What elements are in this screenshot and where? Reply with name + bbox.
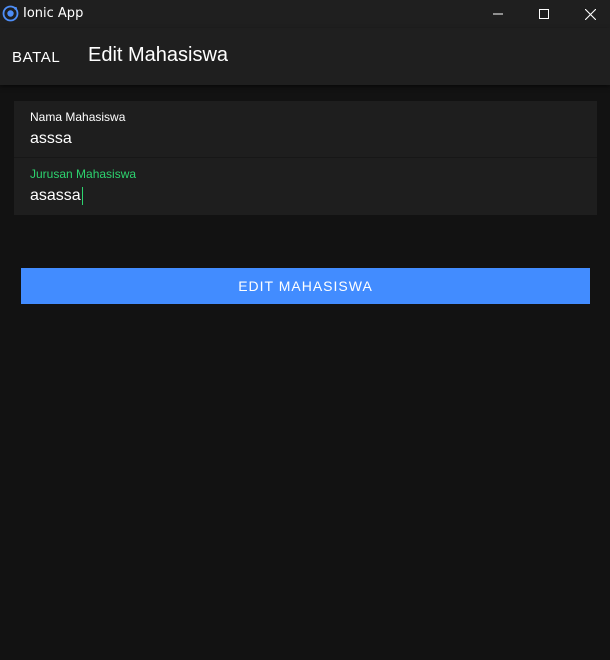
text-caret bbox=[81, 187, 83, 205]
window-titlebar: Ionic App bbox=[0, 0, 610, 28]
jurusan-mahasiswa-input[interactable]: asassa bbox=[30, 185, 580, 207]
page-title: Edit Mahasiswa bbox=[88, 44, 229, 66]
nama-mahasiswa-item[interactable]: Nama Mahasiswa asssa bbox=[14, 101, 597, 158]
edit-mahasiswa-button[interactable]: EDIT MAHASISWA bbox=[21, 268, 590, 304]
jurusan-mahasiswa-item[interactable]: Jurusan Mahasiswa asassa bbox=[14, 158, 597, 215]
nama-mahasiswa-value: asssa bbox=[30, 130, 72, 147]
app-header: BATAL Edit Mahasiswa bbox=[0, 28, 610, 85]
maximize-icon bbox=[539, 9, 549, 19]
cancel-button[interactable]: BATAL bbox=[12, 49, 60, 66]
ionic-logo-icon bbox=[2, 5, 19, 22]
close-button[interactable] bbox=[567, 0, 610, 28]
minimize-button[interactable] bbox=[475, 0, 521, 28]
jurusan-mahasiswa-value: asassa bbox=[30, 187, 81, 204]
close-icon bbox=[584, 8, 596, 20]
nama-mahasiswa-label: Nama Mahasiswa bbox=[30, 110, 126, 124]
nama-mahasiswa-input[interactable]: asssa bbox=[30, 128, 580, 150]
jurusan-mahasiswa-label: Jurusan Mahasiswa bbox=[30, 167, 137, 181]
window-title: Ionic App bbox=[23, 6, 84, 21]
edit-form: Nama Mahasiswa asssa Jurusan Mahasiswa a… bbox=[14, 101, 597, 215]
maximize-button[interactable] bbox=[521, 0, 567, 28]
minimize-icon bbox=[493, 13, 503, 15]
